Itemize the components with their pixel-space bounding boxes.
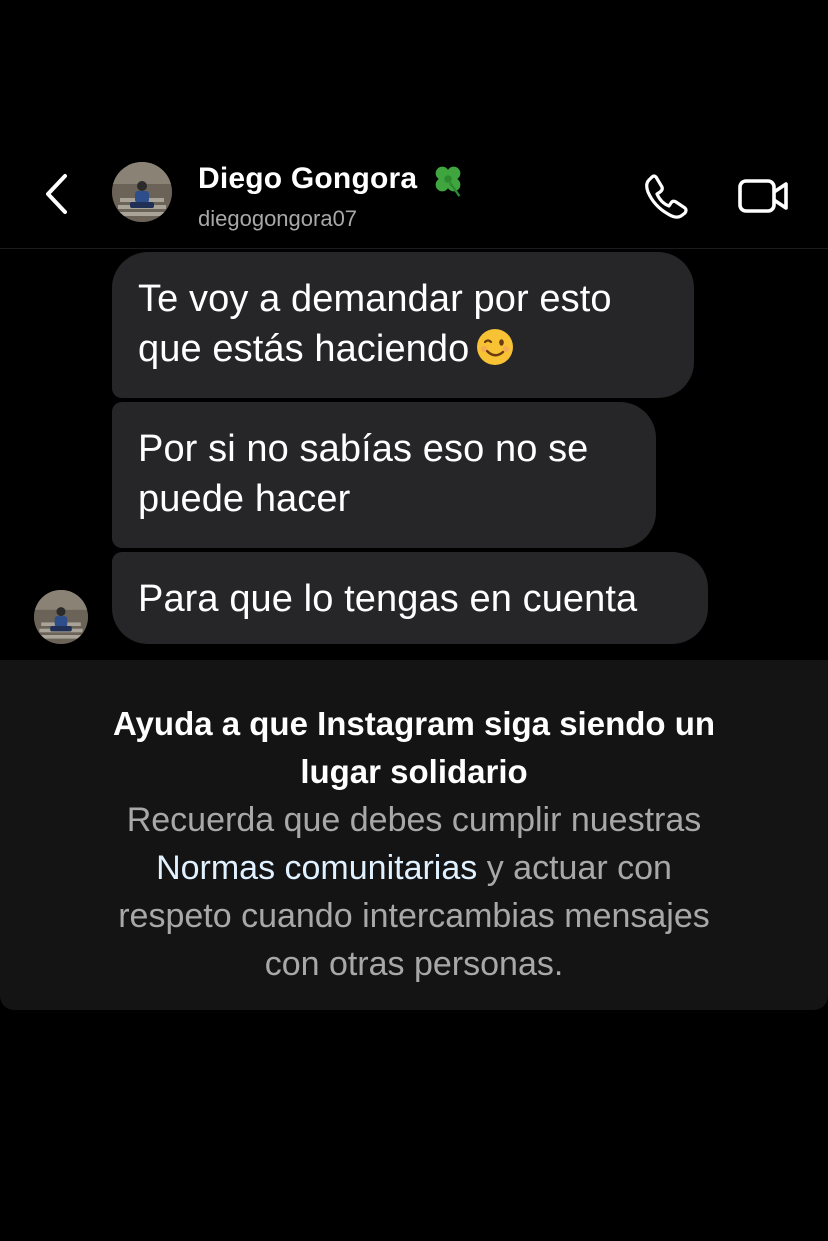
chat-header: Diego Gongora diegogongora07 [0,150,828,249]
notice-title: Ayuda a que Instagram siga siendo un lug… [112,705,716,790]
contact-name-row[interactable]: Diego Gongora [198,160,467,198]
video-camera-icon [738,179,788,213]
message-bubble[interactable]: Por si no sabías eso no se puede hacer [112,402,656,548]
contact-avatar[interactable] [112,162,172,222]
video-call-button[interactable] [732,168,796,224]
message-bubble[interactable]: Para que lo tengas en cuenta [112,552,708,644]
community-guidelines-link[interactable]: Normas comunitarias [156,849,477,887]
four-leaf-clover-icon [435,166,461,197]
contact-name: Diego Gongora [198,162,418,195]
message-text: puede hacer [138,478,351,520]
message-text: Para que lo tengas en cuenta [138,578,638,620]
contact-username: diegogongora07 [198,206,358,231]
message-bubble[interactable]: Te voy a demandar por esto que estás hac… [112,252,694,398]
chevron-left-icon [46,174,67,214]
audio-call-button[interactable] [638,168,694,224]
notice-body: Recuerda que debes cumplir nuestras Norm… [118,801,710,983]
message-text: que estás haciendo [138,324,668,374]
phone-icon [645,174,688,219]
community-guidelines-notice: Ayuda a que Instagram siga siendo un lug… [0,660,828,1010]
winking-face-icon [477,329,514,365]
back-button[interactable] [36,170,76,218]
message-text: Te voy a demandar por esto [138,278,612,320]
sender-avatar[interactable] [34,590,88,644]
message-text: Por si no sabías eso no se [138,428,589,470]
